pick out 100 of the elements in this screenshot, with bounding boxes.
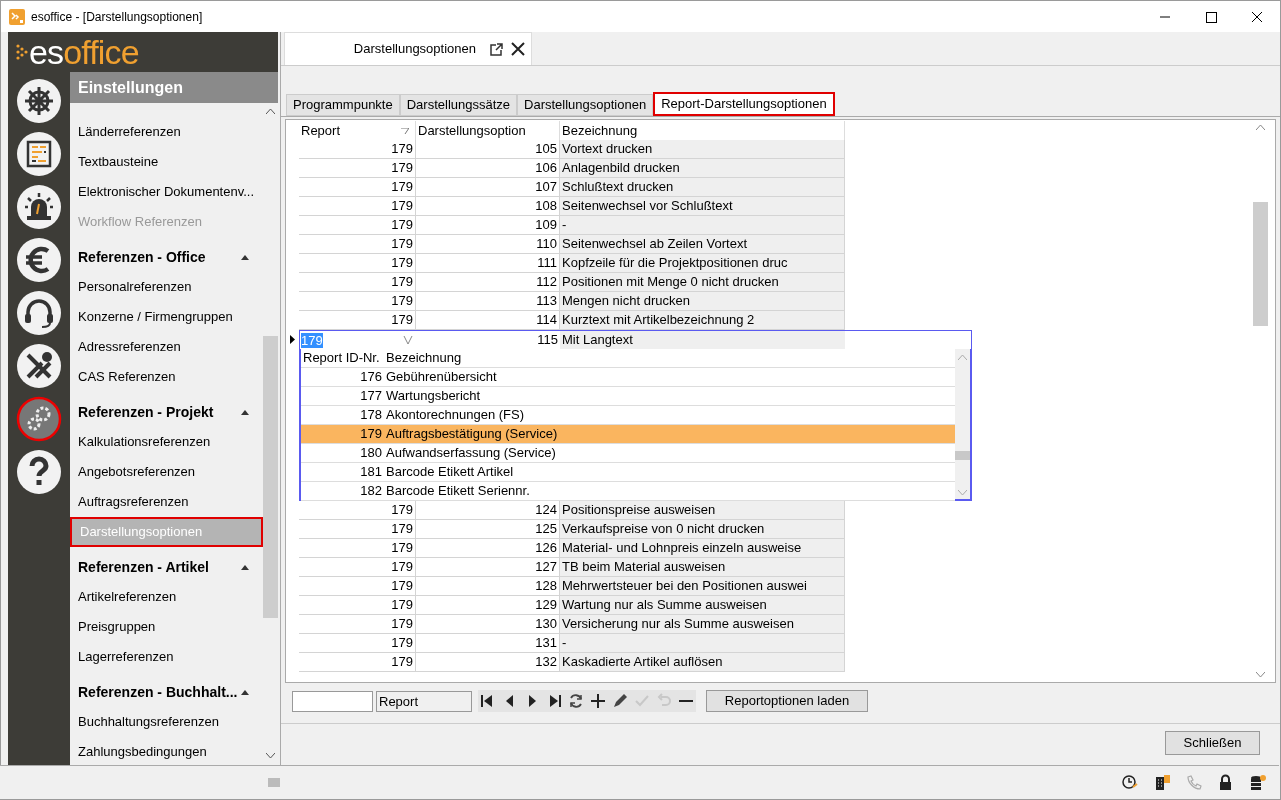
table-cell: 179 [299, 140, 416, 159]
table-cell: - [560, 216, 845, 235]
document-tab[interactable]: Darstellungsoptionen [284, 32, 532, 65]
menu-item[interactable]: Lagerreferenzen [70, 642, 263, 672]
table-cell: Versicherung nur als Summe ausweisen [560, 615, 845, 634]
column-header[interactable]: Darstellungsoption [416, 121, 560, 140]
menu-item[interactable]: Kalkulationsreferenzen [70, 427, 263, 457]
menu-item[interactable]: Länderreferenzen [70, 117, 263, 147]
table-cell: 179 [299, 653, 416, 672]
add-icon[interactable] [589, 692, 607, 710]
table-cell: Kurztext mit Artikelbezeichnung 2 [560, 311, 845, 330]
building-icon[interactable] [1153, 773, 1171, 792]
scrollbar-thumb[interactable] [263, 336, 278, 618]
helm-icon[interactable] [16, 78, 62, 124]
menu-item[interactable]: Preisgruppen [70, 612, 263, 642]
table-cell: 179 [299, 615, 416, 634]
clock-icon[interactable] [1121, 773, 1139, 792]
table-cell: Kaskadierte Artikel auflösen [560, 653, 845, 672]
dropdown-row[interactable]: 179 Auftragsbestätigung (Service) [301, 425, 955, 444]
search-field[interactable]: Report [376, 690, 472, 712]
close-button[interactable]: Schließen [1165, 731, 1260, 755]
menu-section-header[interactable]: Referenzen - Buchhalt... [70, 672, 263, 707]
tab[interactable]: Darstellungsoptionen [517, 94, 654, 116]
table-cell: Anlagenbild drucken [560, 159, 845, 178]
table-cell: Schlußtext drucken [560, 178, 845, 197]
scroll-up-icon [266, 109, 275, 114]
table-cell: 179 [299, 634, 416, 653]
column-header[interactable]: Report [299, 121, 416, 140]
close-icon[interactable] [511, 42, 525, 56]
scrollbar-thumb[interactable] [1253, 202, 1268, 326]
app-logo-icon [9, 8, 25, 25]
column-header[interactable]: Bezeichnung [384, 349, 955, 367]
table-cell: 132 [416, 653, 560, 672]
table-cell: 179 [299, 178, 416, 197]
headset-icon[interactable] [16, 290, 62, 336]
table-cell: Kopfzeile für die Projektpositionen druc [560, 254, 845, 273]
window-title: esoffice - [Darstellungsoptionen] [31, 8, 203, 26]
menu-item[interactable]: CAS Referenzen [70, 362, 263, 392]
tab[interactable]: Report-Darstellungsoptionen [653, 92, 835, 116]
table-cell: 179 [299, 501, 416, 520]
load-button[interactable]: Reportoptionen laden [706, 690, 868, 712]
table-cell: 179 [299, 216, 416, 235]
table-cell: Vortext drucken [560, 140, 845, 159]
pencil-icon[interactable] [611, 692, 629, 710]
menu-item[interactable]: Zahlungsbedingungen [70, 737, 263, 765]
table-cell: Mit Langtext [560, 330, 845, 349]
siren-icon[interactable] [16, 184, 62, 230]
collapse-arrow-icon [241, 254, 249, 260]
menu-item[interactable]: Elektronischer Dokumentenv... [70, 177, 263, 207]
scroll-up-icon [958, 355, 967, 360]
table-cell: 179 [299, 539, 416, 558]
scroll-down-icon [266, 753, 275, 758]
input-field[interactable] [292, 690, 373, 712]
menu-section-header[interactable]: Referenzen - Office [70, 237, 263, 272]
table-cell: 179 [299, 596, 416, 615]
scrollbar-thumb[interactable] [955, 451, 970, 460]
table-cell: - [560, 634, 845, 653]
external-link-icon[interactable] [490, 42, 503, 56]
table-cell: Seitenwechsel ab Zeilen Vortext [560, 235, 845, 254]
scroll-up-icon [1256, 125, 1265, 130]
collapse-arrow-icon [241, 689, 249, 695]
menu-item[interactable]: Textbausteine [70, 147, 263, 177]
refresh-icon[interactable] [567, 692, 585, 710]
table-cell: Wartung nur als Summe ausweisen [560, 596, 845, 615]
table-cell: Positionspreise ausweisen [560, 501, 845, 520]
menu-header: Einstellungen [70, 72, 278, 103]
table-cell: 179 [299, 558, 416, 577]
table-cell: 179 [299, 520, 416, 539]
column-header[interactable]: Report ID-Nr. [301, 349, 384, 367]
menu-section-header[interactable]: Referenzen - Projekt [70, 392, 263, 427]
logo-text: esoffice [29, 35, 139, 69]
table-cell: 179 [299, 577, 416, 596]
scroll-down-icon [958, 490, 967, 495]
tab[interactable]: Darstellungssätze [399, 94, 518, 116]
table-cell: TB beim Material ausweisen [560, 558, 845, 577]
table-cell: 179 [299, 159, 416, 178]
database-icon[interactable] [1249, 773, 1267, 792]
euro-icon[interactable] [16, 237, 62, 283]
menu-item[interactable]: Buchhaltungsreferenzen [70, 707, 263, 737]
row-pointer-icon [290, 335, 295, 344]
menu-item[interactable]: Adressreferenzen [70, 332, 263, 362]
menu-section-header[interactable]: Referenzen - Artikel [70, 547, 263, 582]
menu-item[interactable]: Auftragsreferenzen [70, 487, 263, 517]
menu-item[interactable]: Konzerne / Firmengruppen [70, 302, 263, 332]
table-cell: Verkaufspreise von 0 nicht drucken [560, 520, 845, 539]
help-icon[interactable] [16, 449, 62, 495]
table-cell: Mehrwertsteuer bei den Positionen auswei [560, 577, 845, 596]
table-cell: Seitenwechsel vor Schlußtext [560, 197, 845, 216]
table-cell: Positionen mit Menge 0 nicht drucken [560, 273, 845, 292]
table-cell: 179 [299, 273, 416, 292]
table-cell: Mengen nicht drucken [560, 292, 845, 311]
board-icon[interactable] [16, 131, 62, 177]
dropdown-scrollbar[interactable] [955, 349, 970, 499]
resize-grip-icon [268, 778, 280, 787]
menu-item[interactable]: Artikelreferenzen [70, 582, 263, 612]
tab[interactable]: Programmpunkte [286, 94, 400, 116]
menu-item[interactable]: Personalreferenzen [70, 272, 263, 302]
menu-item[interactable]: Angebotsreferenzen [70, 457, 263, 487]
table-cell: Material- und Lohnpreis einzeln ausweise [560, 539, 845, 558]
scroll-down-icon [1256, 672, 1265, 677]
